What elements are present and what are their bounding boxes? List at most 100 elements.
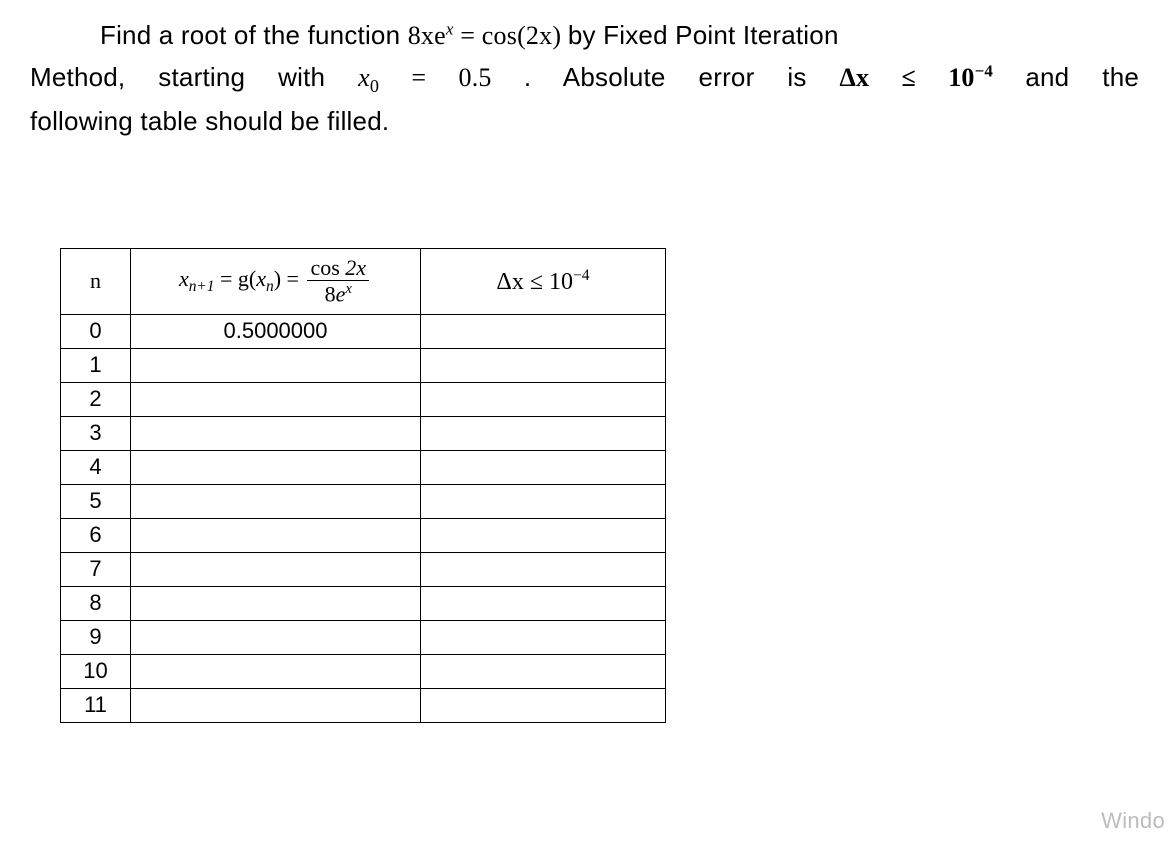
- cell-g: [131, 586, 421, 620]
- x0-eq: = 0.5: [379, 63, 491, 92]
- equation-main: 8xex = cos(2x): [408, 21, 568, 50]
- x0-sym: x: [358, 63, 370, 92]
- hdr-err-exp: −4: [573, 267, 590, 284]
- eq-rhs-fn: cos: [482, 21, 517, 50]
- hdr-g-fraction: cos 2x8ex: [307, 256, 369, 306]
- windows-watermark: Windo: [1101, 808, 1165, 834]
- table-header-g: xn+1 = g(xn) = cos 2x8ex: [131, 248, 421, 314]
- hdr-g-eq: = g(: [215, 266, 257, 291]
- table-row: 1: [61, 348, 666, 382]
- cell-err: [421, 314, 666, 348]
- table-header-n: n: [61, 248, 131, 314]
- table-row: 11: [61, 688, 666, 722]
- iteration-table: n xn+1 = g(xn) = cos 2x8ex Δx ≤ 10−4: [60, 248, 666, 723]
- table-header-row: n xn+1 = g(xn) = cos 2x8ex Δx ≤ 10−4: [61, 248, 666, 314]
- hdr-g-num-arg: 2x: [340, 255, 366, 280]
- cell-g: [131, 416, 421, 450]
- table-row: 3: [61, 416, 666, 450]
- cell-n: 4: [61, 450, 131, 484]
- hdr-g-num: cos 2x: [307, 256, 369, 281]
- cell-g: [131, 552, 421, 586]
- hdr-g-formula: xn+1 = g(xn) = cos 2x8ex: [179, 256, 372, 306]
- hdr-g-close: ) =: [274, 266, 305, 291]
- cell-n: 0: [61, 314, 131, 348]
- problem-statement: Find a root of the function 8xex = cos(2…: [30, 15, 1139, 143]
- cell-n: 1: [61, 348, 131, 382]
- cell-n: 5: [61, 484, 131, 518]
- problem-line-1: Find a root of the function 8xex = cos(2…: [30, 15, 1139, 57]
- hdr-err-le: ≤ 10: [524, 269, 573, 295]
- cell-err: [421, 688, 666, 722]
- text-intro-a: Find a root of the function: [100, 20, 408, 50]
- eq-equals: =: [454, 21, 482, 50]
- x0-sub: 0: [370, 76, 379, 96]
- hdr-g-num-fn: cos: [310, 255, 339, 280]
- table-row: 4: [61, 450, 666, 484]
- hdr-n-text: n: [90, 268, 101, 293]
- dx-le: ≤ 10: [869, 63, 974, 92]
- cell-err: [421, 416, 666, 450]
- cell-err: [421, 586, 666, 620]
- cell-err: [421, 518, 666, 552]
- hdr-g-den: 8ex: [307, 281, 369, 305]
- table-row: 2: [61, 382, 666, 416]
- hdr-g-x1: x: [179, 266, 189, 291]
- text-intro-b: by Fixed Point Iteration: [568, 20, 839, 50]
- table-body: 0 0.5000000 1 2 3: [61, 314, 666, 722]
- table-row: 0 0.5000000: [61, 314, 666, 348]
- page: Find a root of the function 8xex = cos(2…: [0, 0, 1169, 854]
- cell-n: 6: [61, 518, 131, 552]
- cell-g: [131, 382, 421, 416]
- hdr-g-den-coef: 8: [325, 282, 336, 307]
- table-row: 9: [61, 620, 666, 654]
- cell-n: 10: [61, 654, 131, 688]
- hdr-g-x2: x: [256, 266, 266, 291]
- table-header-err: Δx ≤ 10−4: [421, 248, 666, 314]
- problem-line-2: Method, starting with x0 = 0.5 . Absolut…: [30, 57, 1139, 101]
- text-line2-c: and the: [1025, 62, 1139, 92]
- cell-g: [131, 688, 421, 722]
- cell-g: [131, 348, 421, 382]
- cell-err: [421, 450, 666, 484]
- cell-g: [131, 484, 421, 518]
- table-row: 5: [61, 484, 666, 518]
- cell-err: [421, 484, 666, 518]
- eq-rhs-arg: (2x): [517, 21, 561, 50]
- problem-line-3: following table should be filled.: [30, 101, 1139, 143]
- hdr-g-den-e: e: [336, 282, 346, 307]
- cell-n: 7: [61, 552, 131, 586]
- cell-g: [131, 450, 421, 484]
- cell-err: [421, 552, 666, 586]
- hdr-err-formula: Δx ≤ 10−4: [496, 269, 589, 295]
- table-row: 10: [61, 654, 666, 688]
- cell-n: 3: [61, 416, 131, 450]
- cell-n: 8: [61, 586, 131, 620]
- text-line2-b: . Absolute error is: [524, 62, 840, 92]
- dx-sym: Δx: [840, 63, 870, 92]
- cell-n: 2: [61, 382, 131, 416]
- table-row: 7: [61, 552, 666, 586]
- cell-err: [421, 382, 666, 416]
- abs-error-expression: Δx ≤ 10−4: [840, 63, 1026, 92]
- dx-exp: −4: [975, 61, 993, 80]
- eq-lhs-coef: 8xe: [408, 21, 446, 50]
- cell-err: [421, 348, 666, 382]
- iteration-table-wrap: n xn+1 = g(xn) = cos 2x8ex Δx ≤ 10−4: [60, 248, 1139, 723]
- table-row: 8: [61, 586, 666, 620]
- cell-g: 0.5000000: [131, 314, 421, 348]
- hdr-err-dx: Δx: [496, 269, 523, 295]
- text-line2-a: Method, starting with: [30, 62, 358, 92]
- cell-g: [131, 620, 421, 654]
- hdr-g-sub2: n: [266, 278, 274, 295]
- hdr-g-sub1: n+1: [189, 278, 215, 295]
- x0-expression: x0 = 0.5: [358, 63, 524, 92]
- cell-err: [421, 654, 666, 688]
- eq-lhs-exp: x: [446, 19, 454, 38]
- cell-err: [421, 620, 666, 654]
- cell-g: [131, 654, 421, 688]
- cell-n: 11: [61, 688, 131, 722]
- cell-g: [131, 518, 421, 552]
- cell-n: 9: [61, 620, 131, 654]
- table-row: 6: [61, 518, 666, 552]
- text-line3: following table should be filled.: [30, 106, 389, 136]
